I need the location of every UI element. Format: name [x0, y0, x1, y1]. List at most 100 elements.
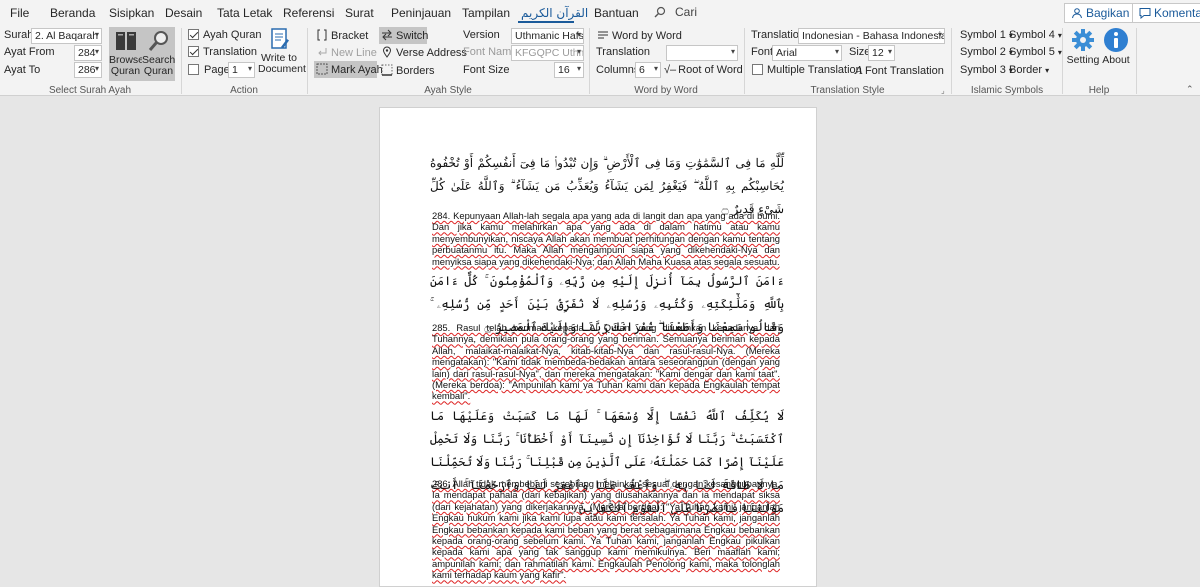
- tab-help[interactable]: Bantuan: [594, 6, 639, 20]
- ayat-to-select[interactable]: 286 ▾: [74, 62, 102, 78]
- chevron-down-icon: ▾: [937, 30, 942, 39]
- font-size-label: Font Size: [463, 64, 510, 76]
- chevron-down-icon: ▾: [576, 47, 581, 56]
- ayah-285-translation-text: 285. Rasul telah beriman kepada Al Quran…: [432, 322, 780, 402]
- tab-mailings[interactable]: Surat: [345, 6, 374, 20]
- wbw-translation-label: Translation: [596, 46, 651, 58]
- chevron-down-icon: ▾: [576, 30, 581, 39]
- page-checkbox[interactable]: [188, 64, 199, 75]
- font-size-select[interactable]: 16 ▾: [554, 62, 584, 78]
- borders-label: Borders: [396, 65, 435, 77]
- tab-quran[interactable]: القرآن الكريم: [521, 6, 588, 20]
- page-number-select[interactable]: 1 ▾: [228, 62, 255, 78]
- group-label-select-surah: Select Surah Ayah: [48, 85, 132, 96]
- switch-label: Switch: [396, 30, 429, 42]
- comments-button[interactable]: Komentar: [1132, 3, 1200, 23]
- columns-label: Columns: [596, 64, 640, 76]
- collapse-ribbon-icon[interactable]: ⌃: [1186, 84, 1194, 95]
- version-select[interactable]: Uthmanic Hafs ▾: [511, 28, 584, 44]
- multiple-translation-label: Multiple Translation: [767, 64, 862, 76]
- group-label-help: Help: [1088, 85, 1110, 96]
- tab-file[interactable]: File: [10, 6, 29, 20]
- font-name-value: KFGQPC Uthm: [515, 47, 584, 59]
- chevron-down-icon: ▾: [1045, 66, 1050, 75]
- about-button[interactable]: About: [1100, 27, 1132, 81]
- verse-address-button[interactable]: Verse Address: [381, 46, 467, 59]
- font-size-value: 16: [558, 64, 570, 76]
- ayah-284-translation: 284. Kepunyaan Allah-lah segala apa yang…: [432, 210, 780, 267]
- page-label: Page: [204, 64, 230, 76]
- translation-checkbox[interactable]: [188, 46, 199, 57]
- chevron-down-icon: ▾: [94, 30, 99, 39]
- columns-select[interactable]: 6 ▾: [635, 62, 661, 78]
- search-icon: [654, 6, 666, 18]
- tab-layout[interactable]: Tata Letak: [217, 6, 272, 20]
- version-label: Version: [463, 29, 500, 41]
- version-value: Uthmanic Hafs: [515, 30, 584, 42]
- surah-select[interactable]: 2. Al Baqarah ▾: [31, 28, 102, 44]
- tab-home[interactable]: Beranda: [50, 6, 95, 20]
- symbol-3-button[interactable]: Symbol 3 ▾: [960, 64, 1013, 76]
- word-by-word-button[interactable]: Word by Word: [597, 29, 682, 42]
- browse-quran-button[interactable]: Browse Quran: [109, 27, 144, 81]
- chevron-down-icon: ▾: [94, 64, 99, 73]
- border-button[interactable]: Border ▾: [1009, 64, 1049, 76]
- vertical-scrollbar[interactable]: [1186, 97, 1200, 580]
- comment-icon: [1139, 8, 1151, 19]
- bracket-button[interactable]: Bracket: [316, 29, 368, 42]
- symbol-4-label: Symbol 4: [1009, 29, 1055, 41]
- gear-icon: [1072, 29, 1094, 51]
- translation-label: Translation: [203, 46, 258, 58]
- group-label-ayah-style: Ayah Style: [424, 85, 472, 96]
- ayah-286-translation: 286. Allah tidak membebani seseorang mel…: [432, 478, 780, 581]
- ayah-285-arabic: ءَامَنَ ٱلرَّسُولُ بِمَآ أُنزِلَ إِلَيْه…: [430, 274, 784, 334]
- tab-references[interactable]: Referensi: [283, 6, 334, 20]
- trans-size-select[interactable]: 12 ▾: [868, 45, 895, 61]
- font-translation-button[interactable]: A Font Translation: [855, 64, 944, 77]
- new-line-icon: [318, 48, 327, 56]
- word-by-word-label: Word by Word: [612, 30, 682, 42]
- bracket-label: Bracket: [331, 30, 369, 42]
- new-line-button[interactable]: New Line: [316, 46, 377, 59]
- ayah-quran-checkbox[interactable]: [188, 29, 199, 40]
- tab-insert[interactable]: Sisipkan: [109, 6, 154, 20]
- symbol-4-button[interactable]: Symbol 4 ▾: [1009, 29, 1062, 41]
- wbw-translation-select[interactable]: ▾: [666, 45, 738, 61]
- mark-ayah-button[interactable]: Mark Ayah: [314, 61, 383, 78]
- chevron-down-icon: ▾: [887, 47, 892, 56]
- share-button[interactable]: Bagikan: [1064, 3, 1137, 23]
- tab-review[interactable]: Peninjauan: [391, 6, 451, 20]
- symbol-2-button[interactable]: Symbol 2 ▾: [960, 46, 1013, 58]
- setting-button[interactable]: Setting: [1066, 27, 1100, 81]
- switch-inner: Switch: [381, 29, 428, 42]
- tab-view[interactable]: Tampilan: [462, 6, 510, 20]
- ayat-from-select[interactable]: 284 ▾: [74, 45, 102, 61]
- group-label-islamic-symbols: Islamic Symbols: [970, 85, 1044, 96]
- book-icon: [115, 32, 136, 50]
- border-label: Border: [1009, 64, 1043, 76]
- multiple-translation-checkbox[interactable]: [752, 64, 763, 75]
- group-label-action: Action: [230, 85, 258, 96]
- mark-ayah-inner: Mark Ayah: [316, 63, 383, 76]
- symbol-1-button[interactable]: Symbol 1 ▾: [960, 29, 1013, 41]
- symbol-5-label: Symbol 5: [1009, 46, 1055, 58]
- ayah-286-arabic: لَا يُكَلِّفُ ٱللَّهُ نَفْسًا إِلَّا وُس…: [430, 409, 784, 515]
- tab-design[interactable]: Desain: [165, 6, 202, 20]
- ribbon-tab-bar: File Beranda Sisipkan Desain Tata Letak …: [0, 0, 1200, 26]
- switch-icon: [382, 29, 392, 41]
- group-label-word-by-word: Word by Word: [634, 85, 698, 96]
- switch-button[interactable]: Switch: [379, 27, 428, 44]
- search-quran-button[interactable]: Search Quran: [142, 27, 175, 81]
- root-of-word-button[interactable]: √– Root of Word: [664, 64, 743, 76]
- trans-font-select[interactable]: Arial ▾: [772, 45, 842, 61]
- chevron-down-icon: ▾: [653, 64, 658, 73]
- document-page[interactable]: لِّلَّهِ مَا فِى ٱلسَّمَٰوَٰتِ وَمَا فِى…: [379, 107, 817, 587]
- borders-button[interactable]: Borders: [381, 64, 435, 77]
- write-to-document-button[interactable]: Write to Document: [258, 27, 306, 81]
- translation-language-select[interactable]: Indonesian - Bahasa Indonesia ▾: [798, 28, 945, 44]
- root-of-word-label: Root of Word: [678, 64, 743, 76]
- tell-me-search[interactable]: Cari: [654, 5, 697, 19]
- symbol-5-button[interactable]: Symbol 5 ▾: [1009, 46, 1062, 58]
- share-label: Bagikan: [1086, 6, 1130, 20]
- font-name-select[interactable]: KFGQPC Uthm ▾: [511, 45, 584, 61]
